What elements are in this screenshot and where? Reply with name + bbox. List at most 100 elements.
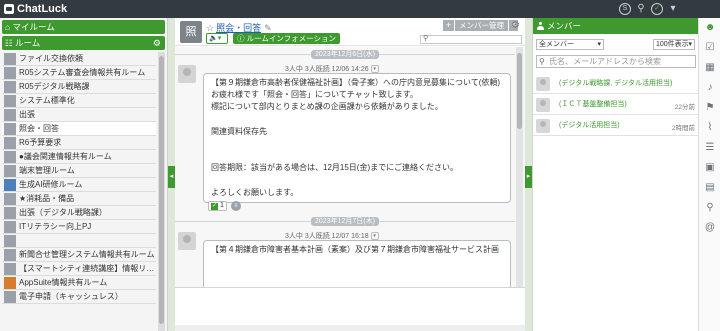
room-icon [4, 276, 16, 289]
sender-avatar[interactable] [178, 65, 196, 83]
room-icon [4, 66, 16, 79]
collapse-sidebar-handle[interactable]: ◂ [168, 18, 175, 331]
member-row[interactable]: (デジタル活用担当) 2時間前 [533, 116, 699, 136]
member-manage-button[interactable]: + メンバー管理 ▾ [443, 20, 518, 31]
more-options-icon[interactable]: ≡ [230, 201, 241, 211]
search-icon[interactable]: ⚲ [635, 3, 647, 15]
last-seen: 2時間前 [671, 125, 695, 132]
room-label: 出張（デジタル戦略課） [19, 208, 107, 217]
chat-list-icon[interactable]: ☰ [704, 142, 716, 154]
room-label: R6予算要求 [19, 138, 62, 147]
room-list-item[interactable]: R05デジタル戦略課 [2, 80, 156, 94]
status-online-icon[interactable]: ✓ [651, 3, 663, 15]
chat-main: 照 ☆ 照会・回答 ✎ 🔈▾ ⓘ ルームインフォメーション + メンバー管理 ▾ ⚙… [175, 18, 525, 331]
room-header[interactable]: ☷ ルーム ⚙ [2, 36, 165, 50]
room-label: 新聞合せ管理システム情報共有ルーム [19, 250, 155, 259]
chevron-left-icon[interactable]: ◂ [168, 166, 175, 188]
room-info-label: ルームインフォメーション [246, 34, 336, 43]
member-search-input[interactable]: ⚲ 氏名、メールアドレスから検索 [536, 55, 696, 68]
my-room-header[interactable]: ⌂ マイルーム [2, 20, 165, 34]
room-header-bar: 照 ☆ 照会・回答 ✎ 🔈▾ ⓘ ルームインフォメーション + メンバー管理 ▾ ⚙… [175, 18, 525, 46]
room-icon [4, 94, 16, 107]
bell-icon[interactable]: ♪ [704, 82, 716, 94]
chevron-right-icon[interactable]: ▸ [525, 166, 532, 188]
member-row[interactable]: (ＩＣＴ基盤整備担当) 22分前 [533, 95, 699, 115]
message-line: お疲れ様です「照会・回答」についてチャット致します。 [211, 90, 418, 100]
message-line [211, 138, 503, 150]
room-list-item[interactable]: 【スマートシティ連続講座】情報リ… [2, 262, 156, 276]
message-line [211, 114, 503, 126]
room-list-item[interactable]: 出張 [2, 108, 156, 122]
mention-icon[interactable]: @ [704, 222, 716, 234]
person-icon[interactable]: ☻ [704, 22, 716, 34]
member-filter-select[interactable]: 全メンバー [536, 39, 604, 50]
room-list-item[interactable] [2, 234, 156, 248]
room-list-item[interactable]: システム標準化 [2, 94, 156, 108]
room-list-item[interactable]: ファイル交換依頼 [2, 52, 156, 66]
room-title-link[interactable]: 照会・回答 [216, 23, 261, 33]
room-list-item[interactable]: 出張（デジタル戦略課） [2, 206, 156, 220]
room-label: AppSuite情報共有ルーム [19, 278, 108, 287]
star-icon[interactable]: ☆ [206, 23, 214, 33]
image-icon[interactable]: ▣ [704, 162, 716, 174]
room-list-item[interactable]: ITリテラシー向上PJ [2, 220, 156, 234]
add-member-icon[interactable]: + [443, 20, 454, 31]
room-label: ITリテラシー向上PJ [19, 222, 92, 231]
room-icon [4, 220, 16, 233]
sender-avatar[interactable] [178, 232, 196, 250]
bookmark-icon[interactable]: ⚑ [704, 102, 716, 114]
avatar [536, 77, 550, 91]
account-switch-icon[interactable]: S [619, 3, 631, 15]
message-line [211, 150, 503, 162]
room-settings-icon[interactable]: ⚙ [511, 20, 520, 31]
message-menu-icon[interactable]: ▾ [370, 65, 379, 74]
app-logo[interactable]: ChatLuck [4, 2, 67, 16]
room-list-item[interactable]: 照会・回答 [2, 122, 156, 136]
avatar [536, 98, 550, 112]
notification-toggle[interactable]: 🔈▾ [206, 33, 228, 44]
message-line: 回答期限：該当がある場合は、12月15日(金)までにご連絡ください。 [211, 163, 458, 173]
room-list-item[interactable]: 端末管理ルーム [2, 164, 156, 178]
collapse-member-panel-handle[interactable]: ▸ [525, 18, 532, 331]
room-list-item[interactable]: 生成AI研修ルーム [2, 178, 156, 192]
room-label: R05システム審査会情報共有ルーム [19, 68, 146, 77]
message-timeline: 2023年12月6日(水) 3人中 3人既読 12/06 14:26 ▾ 【第９期… [175, 47, 525, 287]
message-search-input[interactable]: ⚲ [420, 35, 522, 44]
sidebar-scrollbar[interactable] [158, 52, 165, 331]
calendar-icon[interactable]: ▦ [704, 62, 716, 74]
member-panel-title: メンバー [547, 21, 582, 31]
display-count-select[interactable]: 100件表示 [653, 39, 695, 50]
like-reaction-button[interactable]: ✓ 1 [208, 201, 227, 211]
room-list-item[interactable]: 電子申請（キャッシュレス） [2, 290, 156, 304]
message-bubble[interactable]: 【第４期鎌倉市障害者基本計画（素案）及び第７期鎌倉市障害福祉サービス計画（第３期… [203, 240, 511, 287]
timeline-scrollbar[interactable] [516, 47, 523, 287]
dropdown-icon[interactable]: ▾ [667, 3, 679, 15]
room-info-button[interactable]: ⓘ ルームインフォメーション [233, 33, 340, 44]
room-label: 電子申請（キャッシュレス） [19, 292, 123, 301]
message-menu-icon[interactable]: ▾ [370, 232, 379, 241]
room-list-item[interactable]: R05システム審査会情報共有ルーム [2, 66, 156, 80]
member-row[interactable]: (デジタル戦略課, デジタル活用担当) [533, 74, 699, 94]
room-list-item[interactable]: ●議会関連情報共有ルーム [2, 150, 156, 164]
member-manage-label[interactable]: メンバー管理 [455, 20, 508, 31]
document-icon[interactable]: ▤ [704, 182, 716, 194]
paperclip-icon[interactable]: ⌇ [704, 122, 716, 134]
edit-icon[interactable]: ✎ [264, 23, 272, 33]
search-icon[interactable]: ⚲ [704, 202, 716, 214]
room-list-item[interactable]: ★消耗品・備品 [2, 192, 156, 206]
room-icon [4, 192, 16, 205]
room-list-icon: ☷ [5, 38, 13, 48]
room-icon [4, 108, 16, 121]
message-composer[interactable] [175, 287, 525, 331]
room-list-item[interactable]: R6予算要求 [2, 136, 156, 150]
gear-icon[interactable]: ⚙ [153, 36, 161, 50]
message-bubble[interactable]: 【第９期鎌倉市高齢者保健福祉計画】（骨子案）への庁内意見募集について(依頼) お疲… [203, 73, 511, 204]
room-sidebar: ⌂ マイルーム ☷ ルーム ⚙ ファイル交換依頼 R05システム審査会情報共有ルー… [0, 18, 168, 331]
checklist-icon[interactable]: ☑ [704, 42, 716, 54]
room-icon [4, 164, 16, 177]
room-icon [4, 262, 16, 275]
person-icon [537, 22, 544, 30]
room-list-item[interactable]: 新聞合せ管理システム情報共有ルーム [2, 248, 156, 262]
member-department: (デジタル活用担当) [559, 122, 620, 129]
room-list-item[interactable]: AppSuite情報共有ルーム [2, 276, 156, 290]
